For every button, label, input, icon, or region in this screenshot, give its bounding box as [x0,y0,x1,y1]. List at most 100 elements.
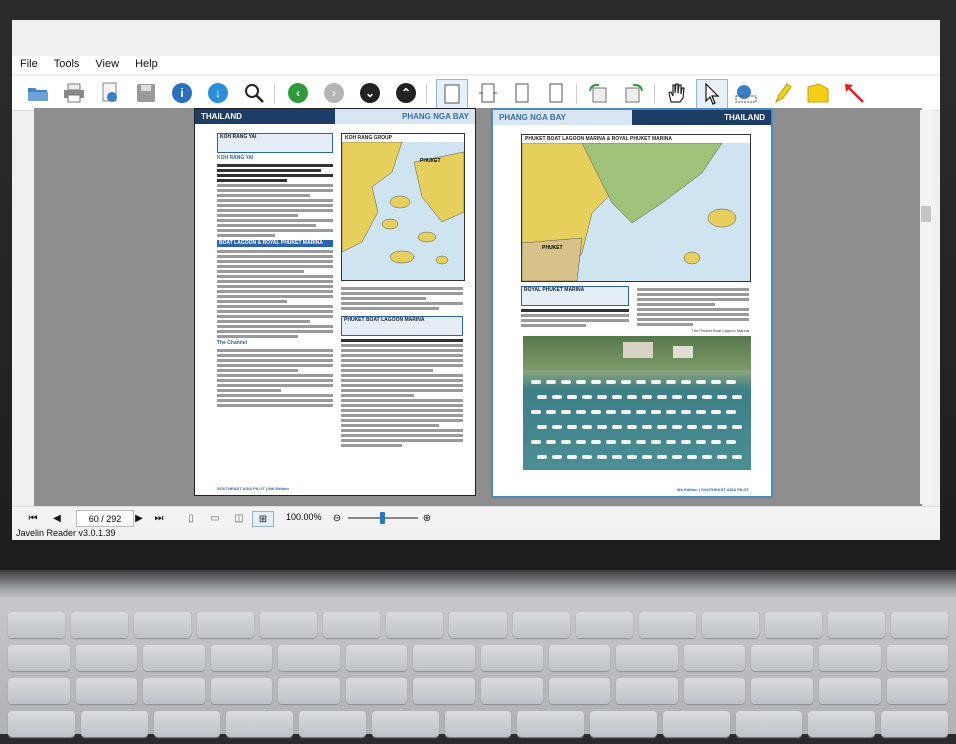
boat [552,395,562,399]
boat [612,455,622,459]
boat [726,440,736,444]
boat [546,410,556,414]
boat [636,380,646,384]
right-left-column: ROYAL PHUKET MARINA [521,286,629,329]
keyboard-key [683,645,746,671]
download-icon[interactable]: ↓ [206,81,230,105]
select-arrow-icon[interactable] [696,79,728,109]
boat [537,425,547,429]
next-page-icon[interactable]: ▶ [132,511,146,525]
keyboard-key [548,645,611,671]
first-page-icon[interactable]: ⏮ [26,511,40,525]
map-title: KOH RANG GROUP [342,134,464,142]
continuous-view-icon[interactable]: ▭ [208,511,222,525]
next-page-icon[interactable]: › [322,81,346,105]
info-icon[interactable]: i [170,81,194,105]
pan-hand-icon[interactable] [664,81,688,105]
arrow-annotation-icon[interactable] [842,81,866,105]
open-folder-icon[interactable] [26,81,50,105]
fit-width-icon[interactable] [476,81,500,105]
right-right-column [637,286,749,328]
search-icon[interactable] [242,81,266,105]
boat [627,455,637,459]
menu-tools[interactable]: Tools [46,56,88,74]
highlighter-icon[interactable] [770,81,794,105]
keyboard-key [299,711,366,737]
facing-view-icon[interactable]: ◫ [232,511,246,525]
boat [672,455,682,459]
keyboard-key [638,612,696,638]
menu-file[interactable]: File [12,56,46,74]
zoom-in-icon[interactable]: ⊕ [420,511,434,525]
menu-view[interactable]: View [87,56,127,74]
boat [582,425,592,429]
keyboard-key [345,678,408,704]
boat [552,455,562,459]
keyboard-key [886,678,949,704]
right-header-subtitle: PHANG NGA BAY [493,110,632,125]
rotate-right-icon[interactable] [622,81,646,105]
actual-size-icon[interactable] [510,81,534,105]
navigation-bar: ⏮ ◀ 60 / 292 ▶ ⏭ ▯ ▭ ◫ ⊞ 100.00% ⊖ ⊕ [12,506,940,529]
boat [582,455,592,459]
info-box-title: KOH RANG YAI [220,134,257,140]
keyboard-key [512,612,570,638]
boat [681,380,691,384]
keyboard-key [75,645,138,671]
zoom-out-icon[interactable]: ⊖ [330,511,344,525]
continuous-facing-view-icon[interactable]: ⊞ [252,511,274,527]
print-icon[interactable] [62,81,86,105]
last-page-icon[interactable]: ⏭ [152,511,166,525]
boat [576,440,586,444]
boat [696,410,706,414]
vertical-scrollbar[interactable] [920,110,932,504]
boat [666,440,676,444]
boat [666,410,676,414]
boat [567,425,577,429]
zoom-slider-knob[interactable] [380,512,385,524]
keyboard-key [449,612,507,638]
boat [627,425,637,429]
left-right-column: PHUKET BOAT LAGOON MARINA [341,285,463,449]
boat [717,455,727,459]
keyboard-key [323,612,381,638]
prev-page-icon[interactable]: ◀ [50,511,64,525]
menu-help[interactable]: Help [127,56,166,74]
note-shape-icon[interactable] [806,81,830,105]
previous-page-icon[interactable]: ‹ [286,81,310,105]
save-icon[interactable] [134,81,158,105]
keyboard-key [210,678,273,704]
single-page-view-icon[interactable]: ▯ [184,511,198,525]
single-page-icon[interactable] [544,81,568,105]
keyboard-key [808,711,876,737]
keyboard-key [616,645,678,671]
keyboard-key [278,645,340,671]
page-number-field[interactable]: 60 / 292 [76,510,134,527]
boat [636,440,646,444]
boat [582,395,592,399]
zoom-level[interactable]: 100.00% [286,512,322,522]
properties-doc-icon[interactable] [98,81,122,105]
keyboard-key [662,711,730,737]
left-header-title: THAILAND [195,109,335,124]
boat [597,395,607,399]
fit-page-icon[interactable] [436,79,468,109]
rotate-left-icon[interactable] [586,81,610,105]
keyboard-key [890,612,948,638]
keyboard-key [881,711,948,737]
keyboard-key [751,678,813,704]
boat [576,410,586,414]
scrollbar-thumb[interactable] [921,206,931,222]
boat [726,380,736,384]
scroll-down-icon[interactable]: ⌄ [358,81,382,105]
zoom-area-icon[interactable] [734,81,758,105]
status-bar: Javelin Reader v3.0.1.39 [12,528,940,540]
document-viewer[interactable]: THAILAND PHANG NGA BAY KOH RANG YAI KOH … [34,108,922,506]
photo-caption: The Phuket Boat Lagoon Marina [691,328,749,333]
boat [576,380,586,384]
boat [531,440,541,444]
boat [642,425,652,429]
scroll-up-icon[interactable]: ⌃ [394,81,418,105]
keyboard-key [616,678,678,704]
keyboard-key [481,645,543,671]
